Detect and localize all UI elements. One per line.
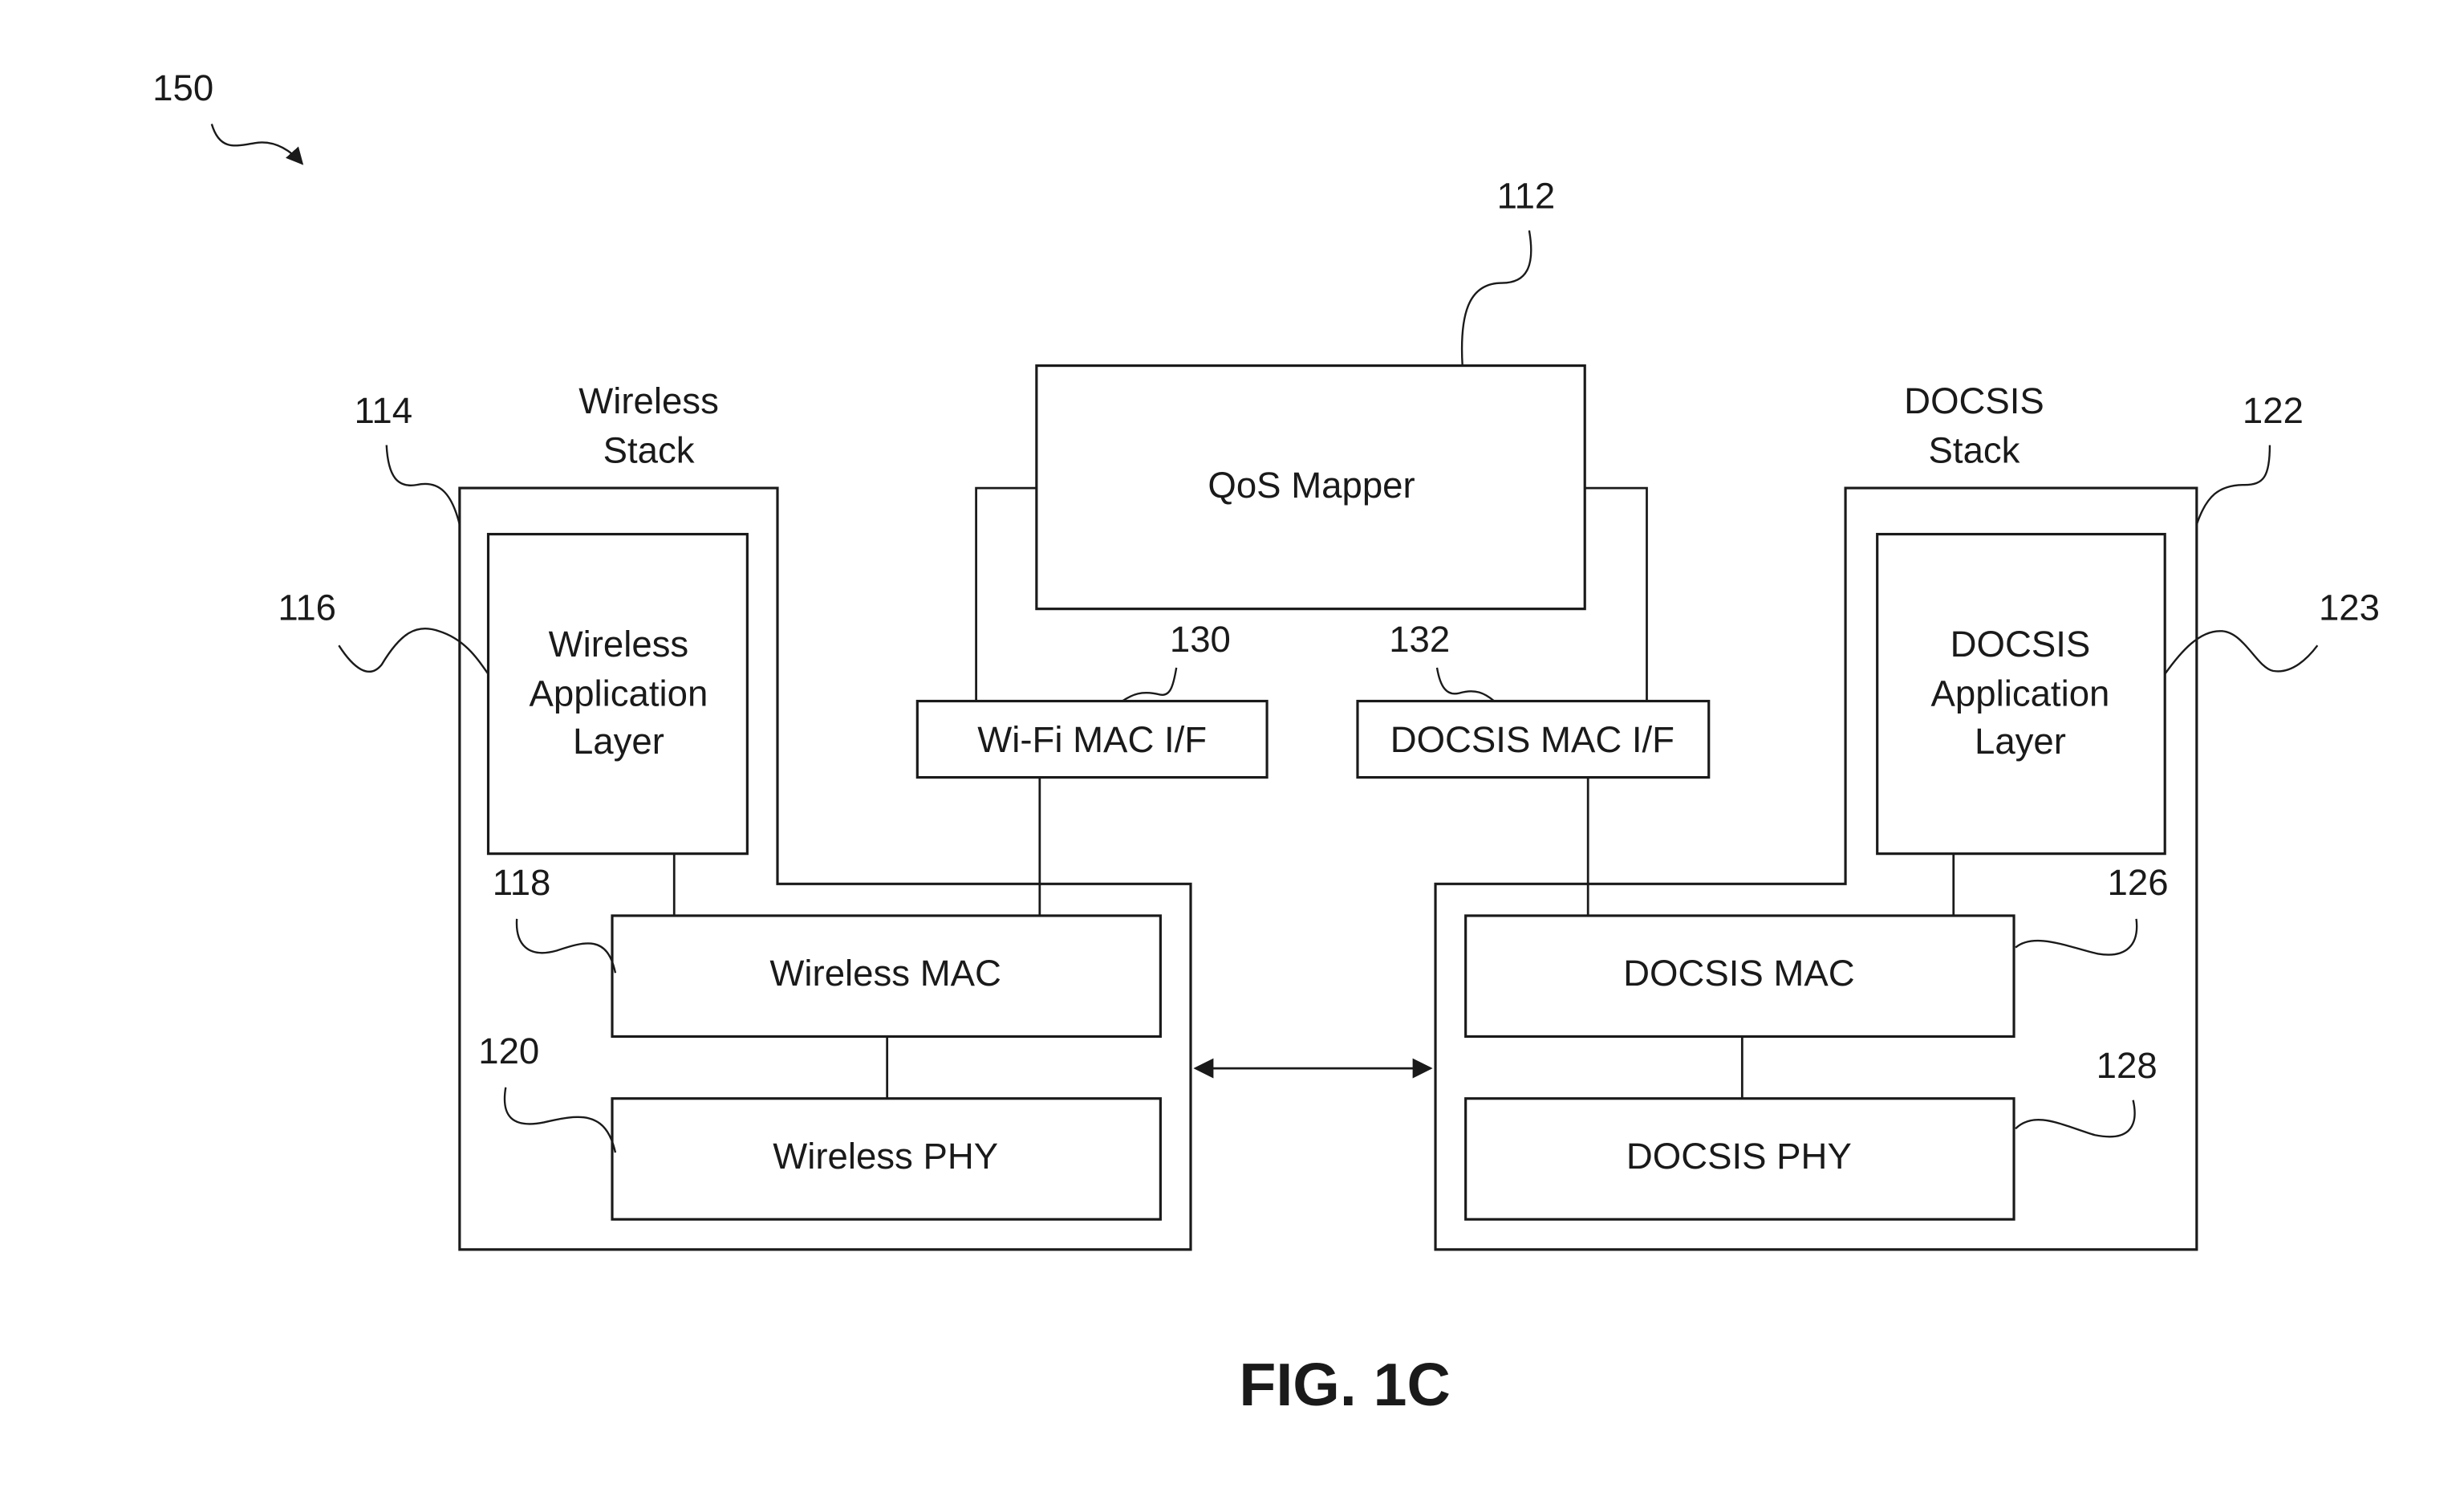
wireless-phy-label: Wireless PHY [773,1136,998,1177]
docsis-phy-block: DOCSIS PHY [1464,1097,2015,1221]
ref-122-leader [2195,445,2271,526]
wifi-mac-if-block: Wi-Fi MAC I/F [915,699,1269,779]
ref-114-leader [385,445,461,525]
ref-114: 114 [354,390,412,431]
wireless-mac-block: Wireless MAC [611,914,1162,1039]
ref-132: 132 [1389,619,1450,660]
wireless-app-layer-line3: Layer [573,721,664,762]
ref-118: 118 [493,862,551,903]
ref-112: 112 [1497,175,1556,216]
qos-to-wifi-if-line [975,486,1037,701]
ref-112-leader [1460,230,1532,366]
ref-130: 130 [1170,619,1231,660]
diagram-canvas: 150 QoS Mapper 112 Wi-Fi MAC I/F 130 DOC… [152,67,2380,1418]
ref-116: 116 [278,587,336,628]
docsis-mac-label: DOCSIS MAC [1623,953,1854,994]
wireless-phy-block: Wireless PHY [611,1097,1162,1221]
qos-mapper-label: QoS Mapper [1208,465,1415,506]
wireless-stack-title-line2: Stack [603,429,695,470]
wireless-app-layer-block: Wireless Application Layer [486,532,749,856]
docsis-app-layer-line3: Layer [1975,721,2066,762]
ref-120: 120 [478,1031,539,1071]
docsis-mac-if-label: DOCSIS MAC I/F [1390,719,1674,760]
wifi-mac-if-label: Wi-Fi MAC I/F [977,719,1207,760]
ref-128: 128 [2097,1045,2158,1086]
docsis-app-layer-line1: DOCSIS [1950,624,2091,665]
docsis-app-layer-line2: Application [1931,673,2110,714]
ref-150-arrow [210,124,304,165]
docsis-stack-title-line2: Stack [1929,429,2020,470]
ref-130-leader [1122,667,1178,702]
figure-caption: FIG. 1C [1239,1351,1450,1418]
ref-126: 126 [2108,862,2169,903]
qos-mapper-block: QoS Mapper [1035,364,1586,611]
qos-to-docsis-if-line [1585,486,1648,701]
wireless-app-layer-line2: Application [530,673,708,714]
ref-132-leader [1435,667,1496,702]
ref-123: 123 [2319,587,2380,628]
docsis-phy-label: DOCSIS PHY [1626,1136,1852,1177]
ref-122: 122 [2243,390,2304,431]
docsis-stack-title-line1: DOCSIS [1904,380,2044,421]
docsis-mac-block: DOCSIS MAC [1464,914,2015,1039]
ref-150: 150 [152,67,213,108]
wireless-mac-label: Wireless MAC [769,953,1001,994]
wireless-app-layer-line1: Wireless [549,624,689,665]
wireless-stack-title-line1: Wireless [578,380,719,421]
docsis-mac-if-block: DOCSIS MAC I/F [1356,699,1711,779]
docsis-app-layer-block: DOCSIS Application Layer [1876,532,2166,856]
